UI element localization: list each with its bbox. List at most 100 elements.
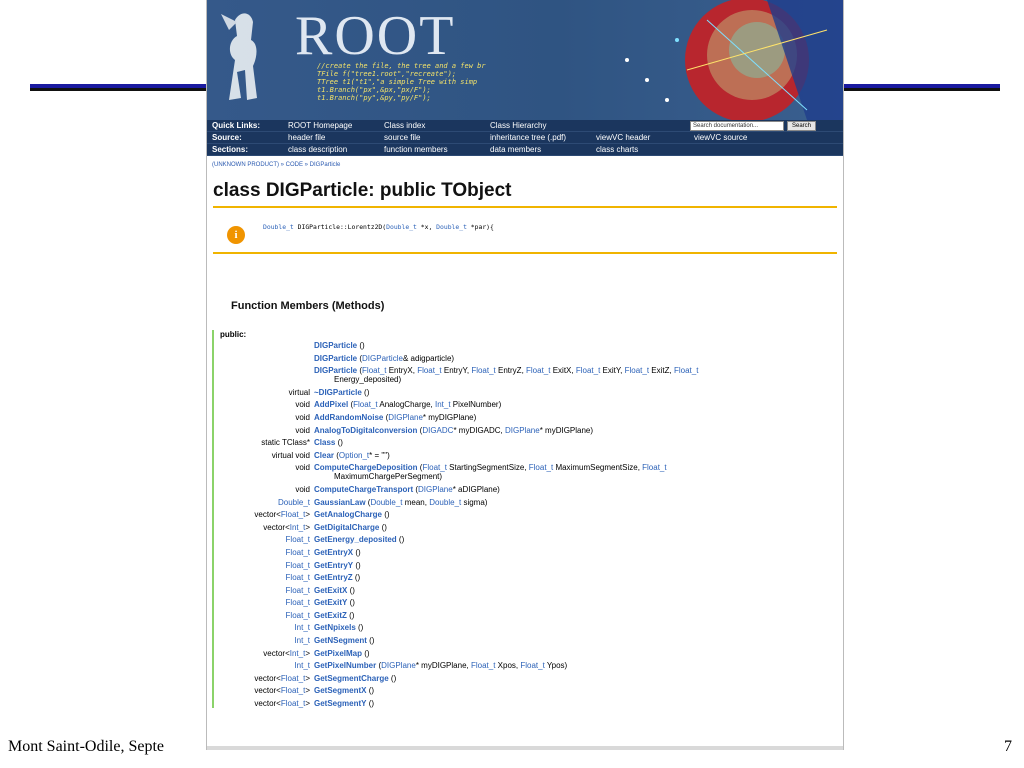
type-link[interactable]: Float_t bbox=[281, 674, 305, 683]
method-name-link[interactable]: GetEnergy_deposited bbox=[314, 535, 397, 544]
method-name-link[interactable]: GetExitZ bbox=[314, 611, 347, 620]
method-name-link[interactable]: GaussianLaw bbox=[314, 498, 366, 507]
type-link[interactable]: Double_t bbox=[278, 498, 310, 507]
method-row: Double_t GaussianLaw (Double_t mean, Doub… bbox=[220, 498, 843, 507]
type-link[interactable]: Float_t bbox=[286, 586, 310, 595]
method-name-link[interactable]: GetEntryX bbox=[314, 548, 353, 557]
method-signature: AnalogToDigitalconversion (DIGADC* myDIG… bbox=[314, 426, 824, 435]
method-name-link[interactable]: GetSegmentY bbox=[314, 699, 366, 708]
type-link[interactable]: Float_t bbox=[674, 366, 698, 375]
type-link[interactable]: Float_t bbox=[471, 661, 495, 670]
method-return-type: void bbox=[220, 426, 314, 435]
type-link[interactable]: Float_t bbox=[286, 611, 310, 620]
type-link[interactable]: Float_t bbox=[286, 598, 310, 607]
signature-text: ExitY, bbox=[600, 366, 625, 376]
nav-link-inheritance-tree[interactable]: inheritance tree (.pdf) bbox=[484, 133, 590, 142]
method-return-type: void bbox=[220, 413, 314, 422]
type-link[interactable]: Float_t bbox=[281, 510, 305, 519]
nav-link-source-file[interactable]: source file bbox=[378, 133, 484, 142]
method-name-link[interactable]: ComputeChargeDeposition bbox=[314, 463, 418, 472]
horizontal-scrollbar[interactable] bbox=[207, 746, 843, 750]
type-link[interactable]: Float_t bbox=[642, 463, 666, 472]
nav-link-viewvc-source[interactable]: viewVC source bbox=[688, 133, 786, 142]
nav-link-viewvc-header[interactable]: viewVC header bbox=[590, 133, 688, 142]
method-return-type: Float_t bbox=[220, 611, 314, 620]
type-link[interactable]: DIGPlane bbox=[505, 426, 540, 435]
type-link[interactable]: Float_t bbox=[286, 573, 310, 582]
type-link[interactable]: Float_t bbox=[529, 463, 553, 472]
type-link[interactable]: Float_t bbox=[286, 561, 310, 570]
type-link[interactable]: DIGPlane bbox=[381, 661, 416, 670]
type-link[interactable]: Float_t bbox=[286, 535, 310, 544]
breadcrumb[interactable]: (UNKNOWN PRODUCT) » CODE » DIGParticle bbox=[212, 162, 843, 168]
method-name-link[interactable]: DIGParticle bbox=[314, 354, 357, 363]
type-link[interactable]: DIGPlane bbox=[388, 413, 423, 422]
method-row: static TClass* Class () bbox=[220, 438, 843, 447]
type-link[interactable]: Int_t bbox=[294, 661, 310, 670]
method-name-link[interactable]: AnalogToDigitalconversion bbox=[314, 426, 417, 435]
figure-statue-icon bbox=[221, 13, 257, 101]
method-name-link[interactable]: DIGParticle bbox=[314, 341, 357, 350]
method-name-link[interactable]: Clear bbox=[314, 451, 334, 460]
method-row: vector<Float_t> GetSegmentX () bbox=[220, 686, 843, 695]
method-name-link[interactable]: ~DIGParticle bbox=[314, 388, 362, 397]
type-link[interactable]: Int_t bbox=[290, 523, 306, 532]
type-link[interactable]: Int_t bbox=[435, 400, 451, 409]
type-link[interactable]: DIGADC bbox=[422, 426, 453, 435]
type-link[interactable]: Float_t bbox=[286, 548, 310, 557]
method-name-link[interactable]: GetSegmentX bbox=[314, 686, 366, 695]
search-input[interactable]: Search documentation... bbox=[690, 120, 784, 131]
method-name-link[interactable]: Class bbox=[314, 438, 335, 447]
method-name-link[interactable]: GetNSegment bbox=[314, 636, 367, 645]
type-link[interactable]: Float_t bbox=[625, 366, 649, 375]
method-name-link[interactable]: GetEntryZ bbox=[314, 573, 353, 582]
nav-link-class-description[interactable]: class description bbox=[282, 145, 378, 154]
type-link[interactable]: Int_t bbox=[294, 623, 310, 632]
method-name-link[interactable]: AddPixel bbox=[314, 400, 348, 409]
nav-link-function-members[interactable]: function members bbox=[378, 145, 484, 154]
search-button[interactable]: Search bbox=[787, 120, 817, 131]
nav-link-class-charts[interactable]: class charts bbox=[590, 145, 688, 154]
method-name-link[interactable]: AddRandomNoise bbox=[314, 413, 383, 422]
method-name-link[interactable]: GetAnalogCharge bbox=[314, 510, 382, 519]
method-name-link[interactable]: GetEntryY bbox=[314, 561, 353, 570]
type-link[interactable]: Float_t bbox=[576, 366, 600, 375]
type-link[interactable]: DIGPlane bbox=[418, 485, 453, 494]
type-link[interactable]: Option_t bbox=[339, 451, 369, 460]
type-link[interactable]: Double_t bbox=[429, 498, 461, 507]
method-row: Float_t GetEntryX () bbox=[220, 548, 843, 557]
type-link[interactable]: Float_t bbox=[422, 463, 446, 472]
nav-link-data-members[interactable]: data members bbox=[484, 145, 590, 154]
type-link[interactable]: DIGParticle bbox=[362, 354, 403, 363]
method-name-link[interactable]: GetDigitalCharge bbox=[314, 523, 379, 532]
return-text: virtual bbox=[288, 387, 310, 397]
method-name-link[interactable]: GetExitX bbox=[314, 586, 347, 595]
nav-link-root-homepage[interactable]: ROOT Homepage bbox=[282, 121, 378, 130]
type-link[interactable]: Float_t bbox=[281, 686, 305, 695]
type-link[interactable]: Float_t bbox=[417, 366, 441, 375]
type-link[interactable]: Float_t bbox=[281, 699, 305, 708]
nav-link-class-index[interactable]: Class index bbox=[378, 121, 484, 130]
method-name-link[interactable]: GetPixelMap bbox=[314, 649, 362, 658]
method-name-link[interactable]: GetPixelNumber bbox=[314, 661, 376, 670]
type-link[interactable]: Float_t bbox=[526, 366, 550, 375]
type-link[interactable]: Int_t bbox=[294, 636, 310, 645]
type-link[interactable]: Float_t bbox=[362, 366, 386, 375]
type-link[interactable]: Float_t bbox=[471, 366, 495, 375]
signature-text: PixelNumber) bbox=[450, 400, 502, 410]
nav-link-header-file[interactable]: header file bbox=[282, 133, 378, 142]
method-name-link[interactable]: GetSegmentCharge bbox=[314, 674, 389, 683]
access-label-public: public: bbox=[220, 330, 247, 339]
nav-link-class-hierarchy[interactable]: Class Hierarchy bbox=[484, 121, 590, 130]
method-name-link[interactable]: ComputeChargeTransport bbox=[314, 485, 413, 494]
type-link[interactable]: Float_t bbox=[353, 400, 377, 409]
type-link[interactable]: Float_t bbox=[520, 661, 544, 670]
method-name-link[interactable]: GetNpixels bbox=[314, 623, 356, 632]
type-link[interactable]: Int_t bbox=[290, 649, 306, 658]
method-name-link[interactable]: GetExitY bbox=[314, 598, 347, 607]
method-name-link[interactable]: DIGParticle bbox=[314, 366, 357, 375]
type-link[interactable]: Double_t bbox=[370, 498, 402, 507]
method-return-type bbox=[220, 366, 314, 384]
method-row: Int_t GetPixelNumber (DIGPlane* myDIGPlan… bbox=[220, 661, 843, 670]
method-return-type bbox=[220, 341, 314, 350]
